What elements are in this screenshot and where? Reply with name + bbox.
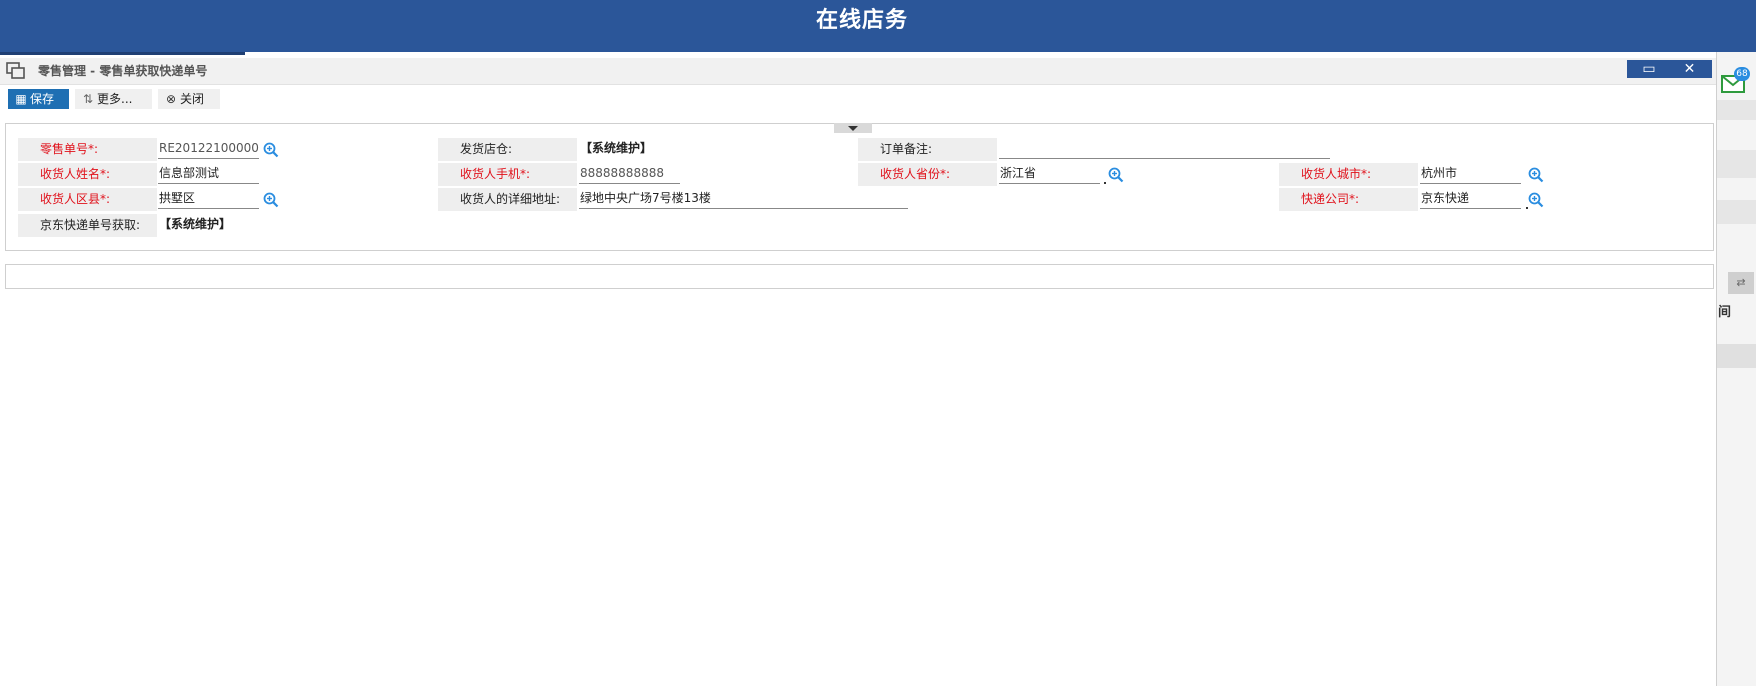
- side-band: [1717, 150, 1756, 178]
- app-title: 在线店务: [815, 8, 908, 33]
- search-icon[interactable]: [1108, 167, 1124, 183]
- recv-phone-label: 收货人手机*:: [438, 163, 577, 186]
- jd-tracking-label: 京东快递单号获取:: [18, 214, 157, 237]
- side-label: 间: [1718, 305, 1732, 320]
- app-header: 在线店务: [0, 0, 1756, 52]
- header-tab-indicator: [0, 52, 245, 55]
- recv-province-label: 收货人省份*:: [858, 163, 997, 186]
- dialog-titlebar: 零售管理 - 零售单获取快递单号 ▭ ✕: [0, 58, 1716, 85]
- search-icon[interactable]: [1528, 167, 1544, 183]
- side-band: [1717, 200, 1756, 224]
- form-panel: 零售单号*: RE201221000000 发货店仓: 【系统维护】 订单备注:…: [5, 123, 1714, 251]
- save-label: 保存: [30, 92, 55, 106]
- recv-address-input[interactable]: 绿地中央广场7号楼13楼: [579, 189, 908, 209]
- close-circle-icon: ⊗: [165, 92, 177, 106]
- detail-grid-panel: [5, 264, 1714, 289]
- order-note-label: 订单备注:: [858, 138, 997, 161]
- retail-no-input[interactable]: RE201221000000: [158, 139, 259, 159]
- dialog-window: 零售管理 - 零售单获取快递单号 ▭ ✕ ▦ 保存 ⇅ 更多... ⊗ 关闭 零售单号…: [0, 58, 1717, 686]
- recv-name-label: 收货人姓名*:: [18, 163, 157, 186]
- recv-city-input[interactable]: 杭州市: [1420, 164, 1521, 184]
- close-label: 关闭: [180, 92, 205, 106]
- ship-store-label: 发货店仓:: [438, 138, 577, 161]
- express-company-input[interactable]: 京东快递: [1420, 189, 1521, 209]
- express-company-label: 快递公司*:: [1279, 188, 1418, 211]
- recv-district-input[interactable]: 拱墅区: [158, 189, 259, 209]
- ship-store-value: 【系统维护】: [580, 141, 653, 155]
- recv-city-label: 收货人城市*:: [1279, 163, 1418, 186]
- more-label: 更多...: [97, 92, 133, 106]
- side-tool-icon[interactable]: ⇄: [1728, 272, 1754, 294]
- close-icon: ✕: [1683, 61, 1696, 77]
- mail-count-badge: 68: [1734, 67, 1750, 81]
- save-button[interactable]: ▦ 保存: [8, 89, 69, 109]
- recv-name-input[interactable]: 信息部测试: [158, 164, 259, 184]
- retail-no-label: 零售单号*:: [18, 138, 157, 161]
- order-note-input[interactable]: [999, 139, 1330, 159]
- maximize-icon: ▭: [1642, 61, 1656, 77]
- search-icon[interactable]: [263, 192, 279, 208]
- more-button[interactable]: ⇅ 更多...: [75, 89, 152, 109]
- recv-phone-input[interactable]: 88888888888: [579, 164, 680, 184]
- collapse-toggle[interactable]: [834, 123, 872, 133]
- more-icon: ⇅: [82, 92, 94, 106]
- close-button[interactable]: ⊗ 关闭: [158, 89, 220, 109]
- side-panel: [1716, 52, 1756, 686]
- recv-province-input[interactable]: 浙江省: [999, 164, 1100, 184]
- window-close-button[interactable]: ✕: [1667, 60, 1712, 78]
- dropdown-marker: [1104, 182, 1106, 184]
- window-icon: [6, 62, 25, 79]
- search-icon[interactable]: [263, 142, 279, 158]
- dialog-caption: 零售管理 - 零售单获取快递单号: [38, 64, 208, 78]
- jd-tracking-value: 【系统维护】: [159, 217, 232, 231]
- search-icon[interactable]: [1528, 192, 1544, 208]
- recv-district-label: 收货人区县*:: [18, 188, 157, 211]
- save-icon: ▦: [15, 92, 27, 106]
- recv-address-label: 收货人的详细地址:: [438, 188, 577, 211]
- side-band: [1717, 100, 1756, 120]
- maximize-button[interactable]: ▭: [1627, 60, 1671, 78]
- side-band: [1717, 344, 1756, 368]
